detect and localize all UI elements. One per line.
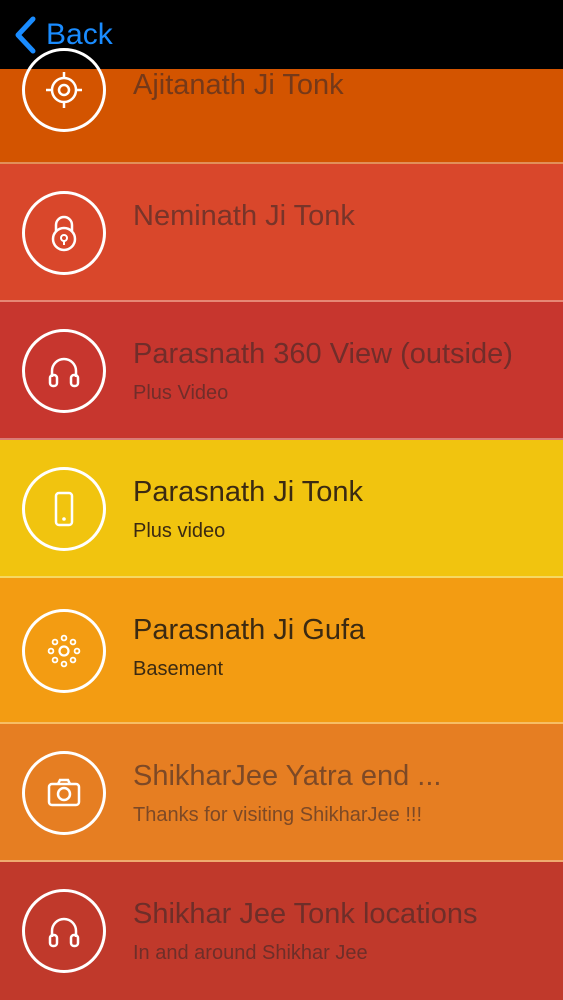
item-title: ShikharJee Yatra end ... bbox=[133, 760, 442, 792]
item-title: Neminath Ji Tonk bbox=[133, 200, 355, 232]
item-subtitle: Thanks for visiting ShikharJee !!! bbox=[133, 804, 423, 826]
item-title: Shikhar Jee Tonk locations bbox=[133, 898, 478, 930]
back-label: Back bbox=[46, 17, 113, 51]
item-subtitle: Plus Video bbox=[133, 382, 229, 404]
camera-icon bbox=[22, 751, 106, 835]
chevron-left-icon bbox=[15, 16, 36, 53]
list-item-parasnath-ji-gufa[interactable]: Parasnath Ji Gufa Basement bbox=[0, 578, 563, 724]
item-subtitle: Basement bbox=[133, 658, 224, 680]
list-item-shikhar-jee-tonk-locations[interactable]: Shikhar Jee Tonk locations In and around… bbox=[0, 862, 563, 1000]
item-title: Parasnath Ji Gufa bbox=[133, 614, 366, 646]
list-item-ajitanath[interactable]: Ajitanath Ji Tonk bbox=[0, 48, 563, 164]
list-item-shikharjee-yatra-end[interactable]: ShikharJee Yatra end ... Thanks for visi… bbox=[0, 724, 563, 862]
item-subtitle: In and around Shikhar Jee bbox=[133, 942, 368, 964]
item-title: Parasnath Ji Tonk bbox=[133, 476, 363, 508]
tonk-list: Ajitanath Ji Tonk Neminath Ji Tonk Paras… bbox=[0, 48, 563, 1000]
item-subtitle: Plus video bbox=[133, 520, 226, 542]
headphones-icon bbox=[22, 329, 106, 413]
phone-icon bbox=[22, 467, 106, 551]
list-item-neminath[interactable]: Neminath Ji Tonk bbox=[0, 164, 563, 302]
lock-icon bbox=[22, 191, 106, 275]
dots-circle-icon bbox=[22, 609, 106, 693]
item-title: Parasnath 360 View (outside) bbox=[133, 338, 513, 370]
item-title: Ajitanath Ji Tonk bbox=[133, 69, 344, 101]
list-item-parasnath-360[interactable]: Parasnath 360 View (outside) Plus Video bbox=[0, 302, 563, 440]
target-icon bbox=[22, 48, 106, 132]
list-item-parasnath-ji-tonk[interactable]: Parasnath Ji Tonk Plus video bbox=[0, 440, 563, 578]
headphones-icon bbox=[22, 889, 106, 973]
